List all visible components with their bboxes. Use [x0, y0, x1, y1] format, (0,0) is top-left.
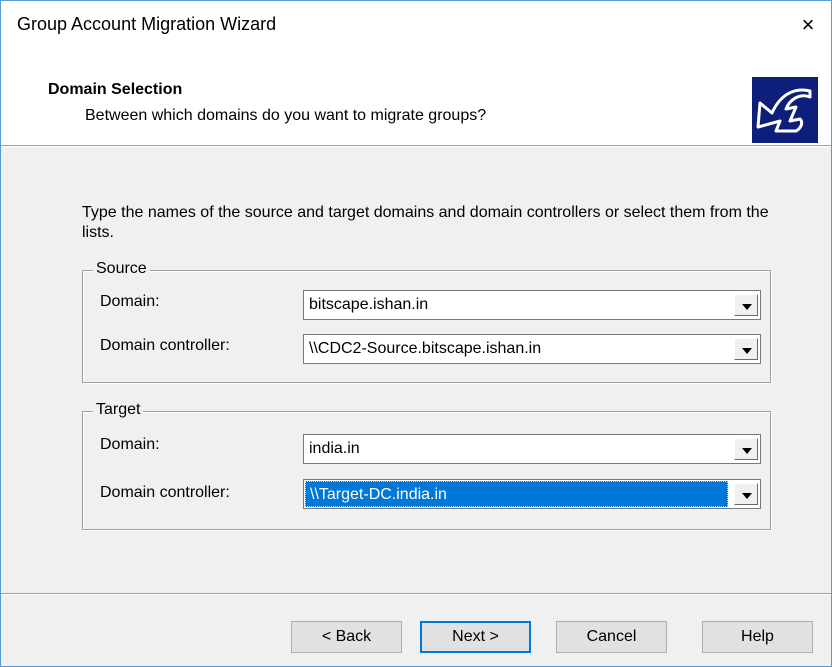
- cancel-button[interactable]: Cancel: [556, 621, 667, 653]
- target-group: Target Domain: india.in Domain controlle…: [82, 401, 771, 530]
- source-dc-label: Domain controller:: [100, 337, 230, 354]
- next-button[interactable]: Next >: [420, 621, 531, 653]
- help-button[interactable]: Help: [702, 621, 813, 653]
- target-dc-value[interactable]: \\Target-DC.india.in: [305, 481, 728, 507]
- source-legend: Source: [93, 260, 150, 278]
- page-subtitle: Between which domains do you want to mig…: [85, 107, 487, 124]
- source-dc-value[interactable]: \\CDC2-Source.bitscape.ishan.in: [307, 340, 543, 358]
- instruction-text: Type the names of the source and target …: [82, 204, 769, 241]
- target-domain-label: Domain:: [100, 436, 160, 453]
- chevron-down-icon[interactable]: [734, 483, 758, 505]
- chevron-down-icon[interactable]: [734, 338, 758, 360]
- source-domain-combobox[interactable]: bitscape.ishan.in: [303, 290, 761, 320]
- wizard-window: Group Account Migration Wizard × Domain …: [0, 0, 832, 667]
- chevron-down-icon[interactable]: [734, 294, 758, 316]
- close-icon[interactable]: ×: [785, 1, 831, 49]
- target-dc-label: Domain controller:: [100, 484, 230, 501]
- migration-wizard-icon: [752, 77, 818, 143]
- target-legend: Target: [93, 401, 144, 419]
- wizard-header: Domain Selection Between which domains d…: [1, 49, 831, 145]
- source-dc-combobox[interactable]: \\CDC2-Source.bitscape.ishan.in: [303, 334, 761, 364]
- page-title: Domain Selection: [48, 81, 183, 98]
- header-divider-highlight: [1, 146, 831, 147]
- target-domain-value[interactable]: india.in: [307, 440, 362, 458]
- chevron-down-icon[interactable]: [734, 438, 758, 460]
- back-button[interactable]: < Back: [291, 621, 402, 653]
- footer-divider-highlight: [1, 594, 831, 595]
- source-group: Source Domain: bitscape.ishan.in Domain …: [82, 260, 771, 383]
- window-title: Group Account Migration Wizard: [17, 14, 277, 34]
- target-dc-combobox[interactable]: \\Target-DC.india.in: [303, 479, 761, 509]
- title-bar: Group Account Migration Wizard ×: [1, 1, 831, 49]
- target-domain-combobox[interactable]: india.in: [303, 434, 761, 464]
- source-domain-value[interactable]: bitscape.ishan.in: [307, 296, 430, 314]
- source-domain-label: Domain:: [100, 293, 160, 310]
- migration-arrow-icon: [756, 88, 812, 133]
